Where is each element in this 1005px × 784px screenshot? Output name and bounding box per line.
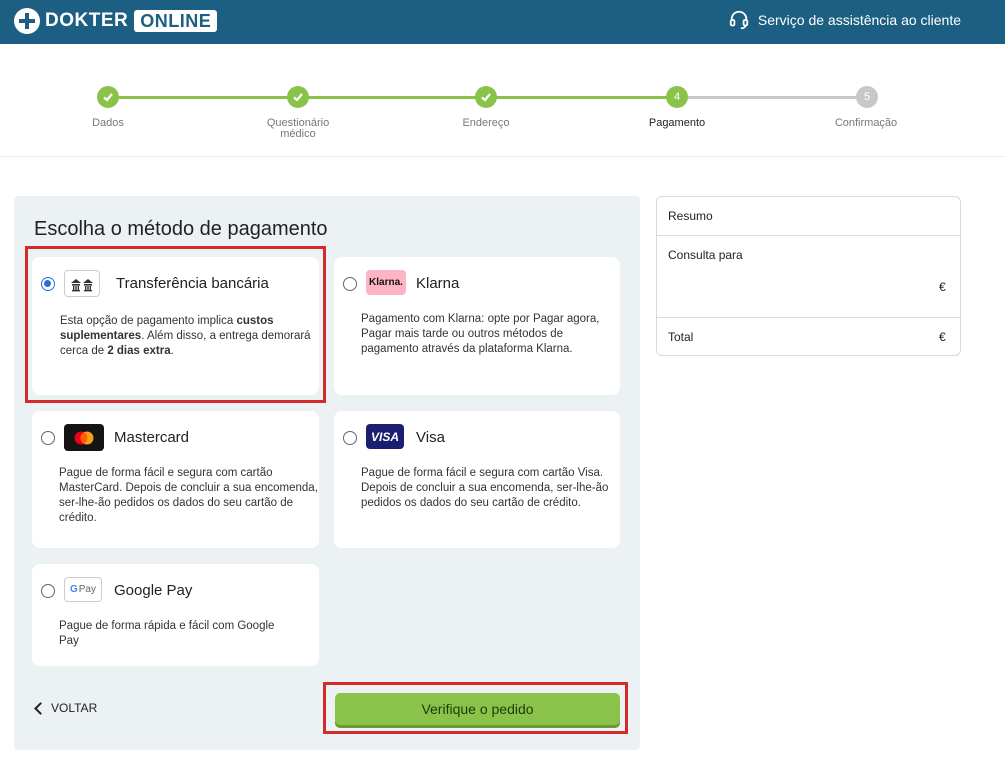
summary-title: Resumo — [668, 209, 713, 223]
logo-word-dokter: DOKTER — [45, 10, 129, 31]
google-pay-title: Google Pay — [114, 582, 193, 599]
mastercard-radio[interactable] — [41, 431, 55, 445]
step-label-pagamento: Pagamento — [648, 117, 706, 129]
google-pay-logo: G Pay — [64, 577, 102, 602]
summary-divider — [657, 317, 960, 318]
step-2-check-icon — [287, 86, 309, 108]
klarna-title: Klarna — [416, 275, 460, 292]
headset-icon — [729, 10, 749, 30]
payment-option-klarna[interactable]: Klarna. Klarna Pagamento com Klarna: opt… — [334, 257, 620, 395]
payment-option-mastercard[interactable]: Mastercard Pague de forma fácil e segura… — [32, 411, 319, 548]
step-1-check-icon — [97, 86, 119, 108]
dokter-online-logo[interactable]: DOKTER ONLINE — [14, 8, 218, 34]
chevron-left-icon — [34, 701, 47, 715]
payment-option-google-pay[interactable]: G Pay Google Pay Pague de forma rápida e … — [32, 564, 319, 666]
back-link[interactable]: VOLTAR — [34, 701, 97, 715]
highlight-box-bank-transfer — [25, 246, 326, 403]
visa-description: Pague de forma fácil e segura com cartão… — [361, 467, 609, 509]
klarna-description: Pagamento com Klarna: opte por Pagar ago… — [361, 313, 600, 355]
summary-consult-value: € — [939, 280, 946, 294]
summary-total-label: Total — [668, 330, 694, 344]
summary-divider — [657, 235, 960, 236]
top-header: DOKTER ONLINE Serviço de assistência ao … — [0, 0, 1005, 44]
step-4-number: 4 — [666, 86, 688, 108]
visa-logo: VISA — [366, 424, 404, 449]
customer-service-label: Serviço de assistência ao cliente — [757, 12, 961, 28]
mastercard-description: Pague de forma fácil e segura com cartão… — [59, 467, 318, 524]
progress-line-pending — [678, 96, 868, 99]
logo-word-online: ONLINE — [134, 10, 218, 32]
klarna-logo: Klarna. — [366, 270, 406, 295]
step-label-confirmacao: Confirmação — [834, 117, 898, 129]
page-title: Escolha o método de pagamento — [34, 218, 328, 240]
mastercard-logo — [64, 424, 104, 451]
progress-line-done — [108, 96, 678, 99]
visa-radio[interactable] — [343, 431, 357, 445]
visa-title: Visa — [416, 429, 445, 446]
payment-option-visa[interactable]: VISA Visa Pague de forma fácil e segura … — [334, 411, 620, 548]
google-pay-radio[interactable] — [41, 584, 55, 598]
summary-consult-label: Consulta para — [668, 248, 743, 262]
step-label-endereco: Endereço — [462, 117, 510, 129]
step-5-number: 5 — [856, 86, 878, 108]
back-label: VOLTAR — [51, 701, 98, 715]
plus-icon — [14, 8, 40, 34]
summary-total-value: € — [939, 330, 946, 344]
checkout-stepper: 4 5 Dados Questionário médico Endereço P… — [0, 44, 1005, 157]
customer-service-link[interactable]: Serviço de assistência ao cliente — [728, 9, 961, 31]
klarna-radio[interactable] — [343, 277, 357, 291]
step-label-questionario: Questionário médico — [266, 117, 330, 140]
step-3-check-icon — [475, 86, 497, 108]
step-label-dados: Dados — [92, 117, 124, 129]
mastercard-title: Mastercard — [114, 429, 190, 446]
verify-order-button[interactable]: Verifique o pedido — [335, 693, 620, 725]
order-summary: Resumo Consulta para € Total € — [656, 196, 961, 356]
google-pay-description: Pague de forma rápida e fácil com Google… — [59, 620, 275, 647]
